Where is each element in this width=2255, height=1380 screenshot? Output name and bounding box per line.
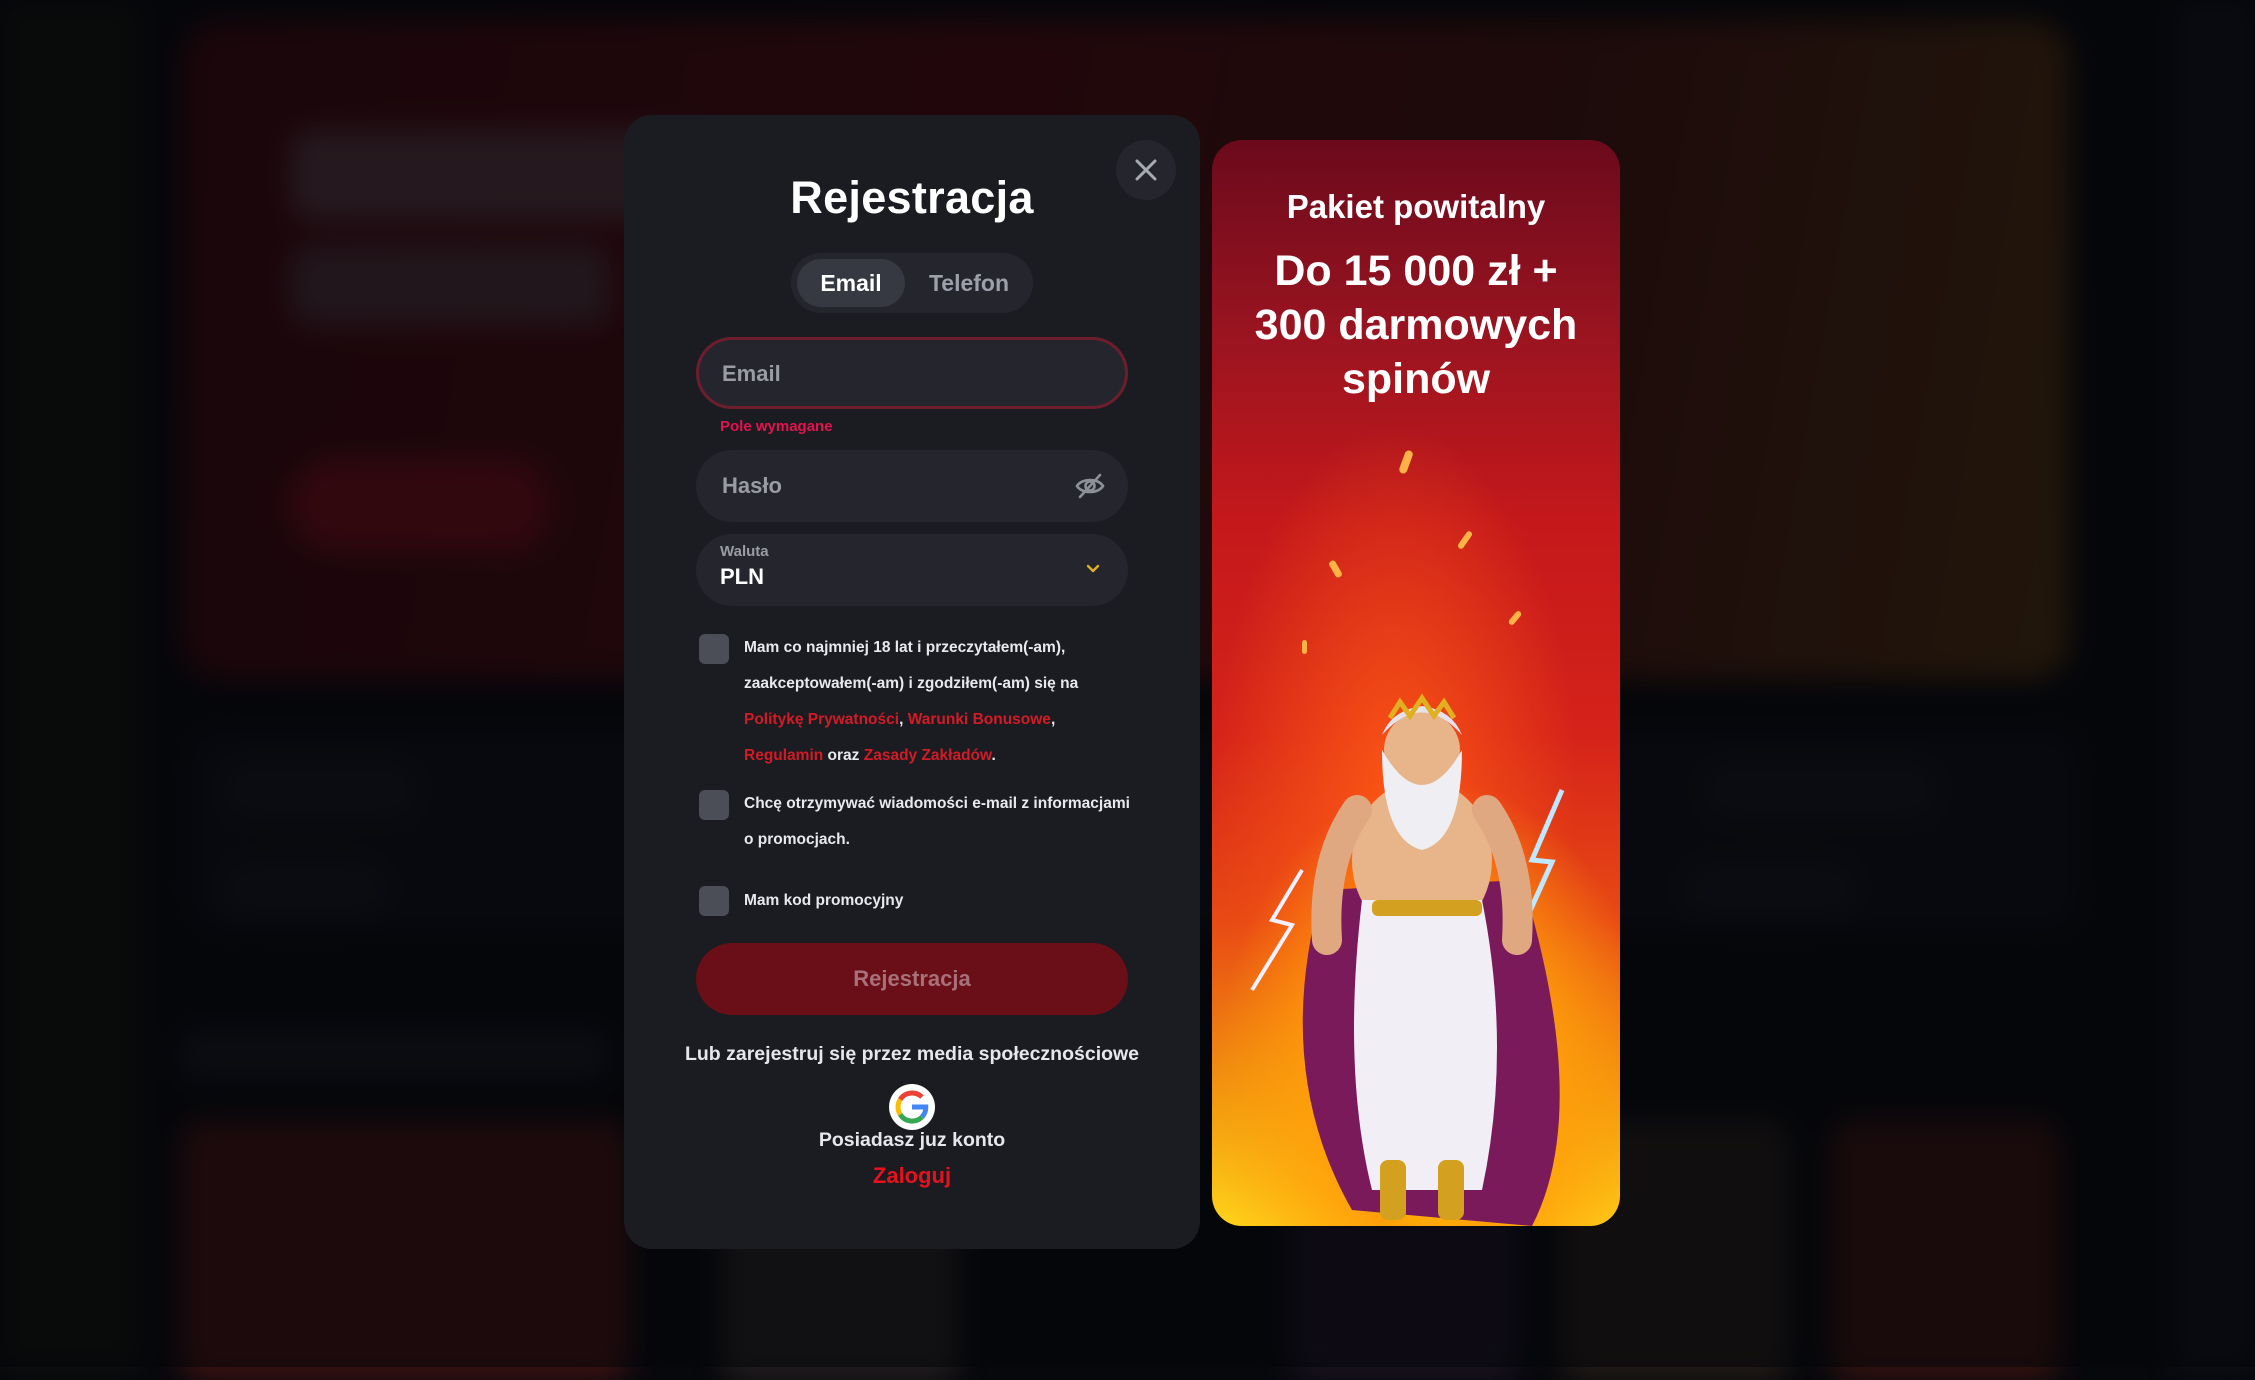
promo-headline: Do 15 000 zł + 300 darmowych spinów — [1212, 244, 1620, 406]
tab-email[interactable]: Email — [797, 259, 905, 307]
password-field[interactable]: Hasło — [696, 450, 1128, 522]
ember-particle — [1456, 530, 1474, 550]
currency-select[interactable]: Waluta PLN — [696, 534, 1128, 606]
terms-line-1: Mam co najmniej 18 lat i przeczytałem(-a… — [744, 639, 1066, 656]
newsletter-line-2: o promocjach. — [744, 831, 850, 848]
promo-code-label: Mam kod promocyjny — [744, 892, 904, 909]
welcome-bonus-panel: Pakiet powitalny Do 15 000 zł + 300 darm… — [1212, 140, 1620, 1226]
rules-link[interactable]: Regulamin — [744, 747, 823, 764]
google-signup-button[interactable] — [889, 1084, 935, 1130]
promo-headline-line-2: 300 darmowych — [1254, 301, 1578, 349]
tab-phone[interactable]: Telefon — [911, 259, 1027, 307]
newsletter-line-1: Chcę otrzymywać wiadomości e-mail z info… — [744, 795, 1130, 812]
terms-and: oraz — [827, 747, 860, 764]
promo-subtitle: Pakiet powitalny — [1286, 188, 1546, 225]
promo-headline-line-3: spinów — [1341, 355, 1491, 403]
ember-particle — [1398, 449, 1414, 475]
privacy-policy-link[interactable]: Politykę Prywatności — [744, 711, 899, 728]
social-signup-text: Lub zarejestruj się przez media społeczn… — [684, 1043, 1140, 1065]
bonus-terms-link[interactable]: Warunki Bonusowe — [908, 711, 1051, 728]
promo-code-checkbox[interactable] — [699, 886, 729, 916]
google-icon — [895, 1090, 929, 1124]
terms-line-2: zaakceptowałem(-am) i zgodziłem(-am) się… — [744, 675, 1079, 692]
email-error-message: Pole wymagane — [720, 418, 833, 435]
betting-rules-link[interactable]: Zasady Zakładów — [864, 747, 992, 764]
terms-line-4: Regulamin oraz Zasady Zakładów. — [744, 738, 1078, 774]
ember-particle — [1507, 609, 1523, 627]
terms-text: Mam co najmniej 18 lat i przeczytałem(-a… — [744, 630, 1078, 774]
email-field[interactable]: Email — [696, 337, 1128, 409]
login-link[interactable]: Zaloguj — [624, 1163, 1200, 1189]
modal-title: Rejestracja — [790, 172, 1034, 223]
newsletter-text: Chcę otrzymywać wiadomości e-mail z info… — [744, 786, 1130, 858]
terms-line-3: Politykę Prywatności, Warunki Bonusowe, — [744, 702, 1078, 738]
currency-value: PLN — [720, 564, 764, 589]
newsletter-checkbox[interactable] — [699, 790, 729, 820]
signup-method-tabs: Email Telefon — [791, 253, 1033, 313]
have-account-text: Posiadasz juz konto — [818, 1129, 1006, 1151]
password-placeholder: Hasło — [722, 473, 782, 498]
register-button[interactable]: Rejestracja — [696, 943, 1128, 1015]
ember-particle — [1327, 559, 1344, 579]
ember-particle — [1302, 640, 1307, 654]
promo-headline-line-1: Do 15 000 zł + — [1274, 247, 1558, 295]
chevron-down-icon — [1086, 564, 1100, 573]
terms-comma: , — [1050, 711, 1056, 728]
terms-period: . — [991, 747, 996, 764]
zeus-character-illustration — [1250, 693, 1565, 1226]
terms-checkbox[interactable] — [699, 634, 729, 664]
eye-off-icon[interactable] — [1074, 470, 1106, 502]
currency-label: Waluta — [720, 543, 769, 560]
email-placeholder: Email — [722, 361, 781, 386]
terms-comma: , — [899, 711, 904, 728]
